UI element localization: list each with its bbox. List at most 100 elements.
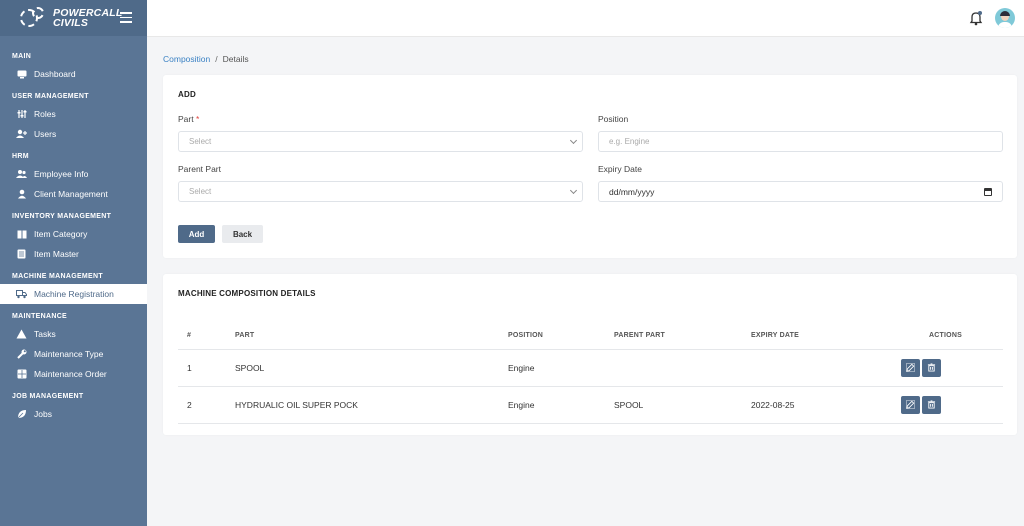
cell-actions bbox=[888, 386, 1003, 424]
sidebar-item-employee-info[interactable]: Employee Info bbox=[0, 164, 147, 184]
cell-parent-part: SPOOL bbox=[614, 386, 751, 424]
truck-icon bbox=[16, 289, 27, 300]
col-header-expiry-date: EXPIRY DATE bbox=[751, 322, 888, 350]
details-title: MACHINE COMPOSITION DETAILS bbox=[178, 289, 316, 298]
chevron-down-icon bbox=[569, 136, 578, 145]
hamburger-menu-icon[interactable] bbox=[120, 12, 132, 23]
sidebar-item-dashboard[interactable]: Dashboard bbox=[0, 64, 147, 84]
bell-icon[interactable] bbox=[969, 10, 983, 26]
part-label-text: Part bbox=[178, 114, 194, 124]
cell-part: HYDRUALIC OIL SUPER POCK bbox=[235, 386, 508, 424]
edit-button[interactable] bbox=[901, 395, 920, 414]
cell-position: Engine bbox=[508, 386, 614, 424]
edit-icon bbox=[906, 363, 915, 372]
sidebar-item-item-category[interactable]: Item Category bbox=[0, 224, 147, 244]
sidebar-item-roles[interactable]: Roles bbox=[0, 104, 147, 124]
sidebar-item-label: Client Management bbox=[34, 189, 108, 199]
col-header-number: # bbox=[178, 322, 235, 350]
position-label: Position bbox=[598, 114, 629, 124]
add-form-title: ADD bbox=[178, 90, 196, 99]
col-header-position: POSITION bbox=[508, 322, 614, 350]
part-select[interactable]: Select bbox=[178, 131, 583, 152]
table-row: 2 HYDRUALIC OIL SUPER POCK Engine SPOOL … bbox=[178, 386, 1003, 424]
composition-table: # PART POSITION PARENT PART EXPIRY DATE … bbox=[178, 322, 1003, 424]
monitor-icon bbox=[16, 69, 27, 80]
file-icon bbox=[16, 249, 27, 260]
expiry-date-placeholder: dd/mm/yyyy bbox=[609, 186, 655, 197]
sidebar-item-label: Maintenance Order bbox=[34, 369, 107, 379]
delete-button[interactable] bbox=[922, 395, 941, 414]
add-button[interactable]: Add bbox=[178, 225, 215, 243]
sidebar-item-label: Employee Info bbox=[34, 169, 89, 179]
col-header-part: PART bbox=[235, 322, 508, 350]
breadcrumb-current: Details bbox=[222, 54, 249, 64]
breadcrumb-link-composition[interactable]: Composition bbox=[163, 54, 210, 64]
trash-icon bbox=[927, 363, 936, 372]
sidebar-item-label: Item Category bbox=[34, 229, 88, 239]
sidebar-item-users[interactable]: Users bbox=[0, 124, 147, 144]
user-plus-icon bbox=[16, 129, 27, 140]
delete-button[interactable] bbox=[922, 358, 941, 377]
add-form-card: ADD Part * Select Position e.g. Engine P… bbox=[163, 75, 1017, 258]
topbar bbox=[147, 0, 1024, 37]
cell-expiry-date bbox=[751, 349, 888, 387]
user-avatar[interactable] bbox=[995, 8, 1015, 28]
parent-part-label: Parent Part bbox=[178, 164, 221, 174]
sidebar: POWERCALL CIVILS MAIN Dashboard USER MAN… bbox=[0, 0, 147, 526]
sidebar-item-label: Jobs bbox=[34, 409, 52, 419]
brand[interactable]: POWERCALL CIVILS bbox=[0, 0, 147, 36]
nav-section-inventory-management: INVENTORY MANAGEMENT bbox=[12, 213, 112, 220]
parent-part-select[interactable]: Select bbox=[178, 181, 583, 202]
composition-details-card: MACHINE COMPOSITION DETAILS # PART POSIT… bbox=[163, 274, 1017, 435]
sidebar-item-label: Tasks bbox=[34, 329, 56, 339]
sidebar-item-jobs[interactable]: Jobs bbox=[0, 404, 147, 424]
sidebar-item-label: Item Master bbox=[34, 249, 79, 259]
sidebar-item-client-management[interactable]: Client Management bbox=[0, 184, 147, 204]
col-header-parent-part: PARENT PART bbox=[614, 322, 751, 350]
nav-section-user-management: USER MANAGEMENT bbox=[12, 93, 89, 100]
cell-number: 2 bbox=[178, 386, 235, 424]
trash-icon bbox=[927, 400, 936, 409]
edit-button[interactable] bbox=[901, 358, 920, 377]
chevron-down-icon bbox=[569, 186, 578, 195]
sidebar-item-label: Maintenance Type bbox=[34, 349, 104, 359]
expiry-date-label: Expiry Date bbox=[598, 164, 642, 174]
sidebar-item-label: Dashboard bbox=[34, 69, 76, 79]
user-icon bbox=[16, 189, 27, 200]
edit-icon bbox=[906, 400, 915, 409]
expiry-date-input[interactable]: dd/mm/yyyy bbox=[598, 181, 1003, 202]
back-button[interactable]: Back bbox=[222, 225, 263, 243]
brand-line-2: CIVILS bbox=[53, 17, 89, 29]
part-label: Part * bbox=[178, 114, 199, 124]
required-mark: * bbox=[195, 114, 200, 124]
brand-name: POWERCALL CIVILS bbox=[53, 8, 122, 29]
users-icon bbox=[16, 169, 27, 180]
part-select-placeholder: Select bbox=[189, 137, 212, 146]
sidebar-item-machine-registration[interactable]: Machine Registration bbox=[0, 284, 147, 304]
nav-section-job-management: JOB MANAGEMENT bbox=[12, 393, 84, 400]
sidebar-item-label: Roles bbox=[34, 109, 56, 119]
sidebar-item-maintenance-order[interactable]: Maintenance Order bbox=[0, 364, 147, 384]
table-row: 1 SPOOL Engine bbox=[178, 349, 1003, 387]
breadcrumb: Composition / Details bbox=[163, 54, 249, 64]
cell-number: 1 bbox=[178, 349, 235, 387]
sidebar-item-maintenance-type[interactable]: Maintenance Type bbox=[0, 344, 147, 364]
nav-section-maintenance: MAINTENANCE bbox=[12, 313, 68, 320]
parent-part-select-placeholder: Select bbox=[189, 187, 212, 196]
grid-icon bbox=[16, 369, 27, 380]
wrench-icon bbox=[16, 349, 27, 360]
nav-section-machine-management: MACHINE MANAGEMENT bbox=[12, 273, 103, 280]
cell-actions bbox=[888, 349, 1003, 387]
position-input[interactable]: e.g. Engine bbox=[598, 131, 1003, 152]
breadcrumb-separator: / bbox=[215, 54, 218, 64]
cell-parent-part bbox=[614, 349, 751, 387]
leaf-icon bbox=[16, 409, 27, 420]
sidebar-item-item-master[interactable]: Item Master bbox=[0, 244, 147, 264]
gears-logo-icon bbox=[20, 7, 48, 29]
calendar-icon[interactable] bbox=[984, 188, 992, 196]
book-icon bbox=[16, 229, 27, 240]
position-input-placeholder: e.g. Engine bbox=[609, 137, 650, 146]
sidebar-item-tasks[interactable]: Tasks bbox=[0, 324, 147, 344]
cell-position: Engine bbox=[508, 349, 614, 387]
col-header-actions: ACTIONS bbox=[888, 322, 1003, 350]
